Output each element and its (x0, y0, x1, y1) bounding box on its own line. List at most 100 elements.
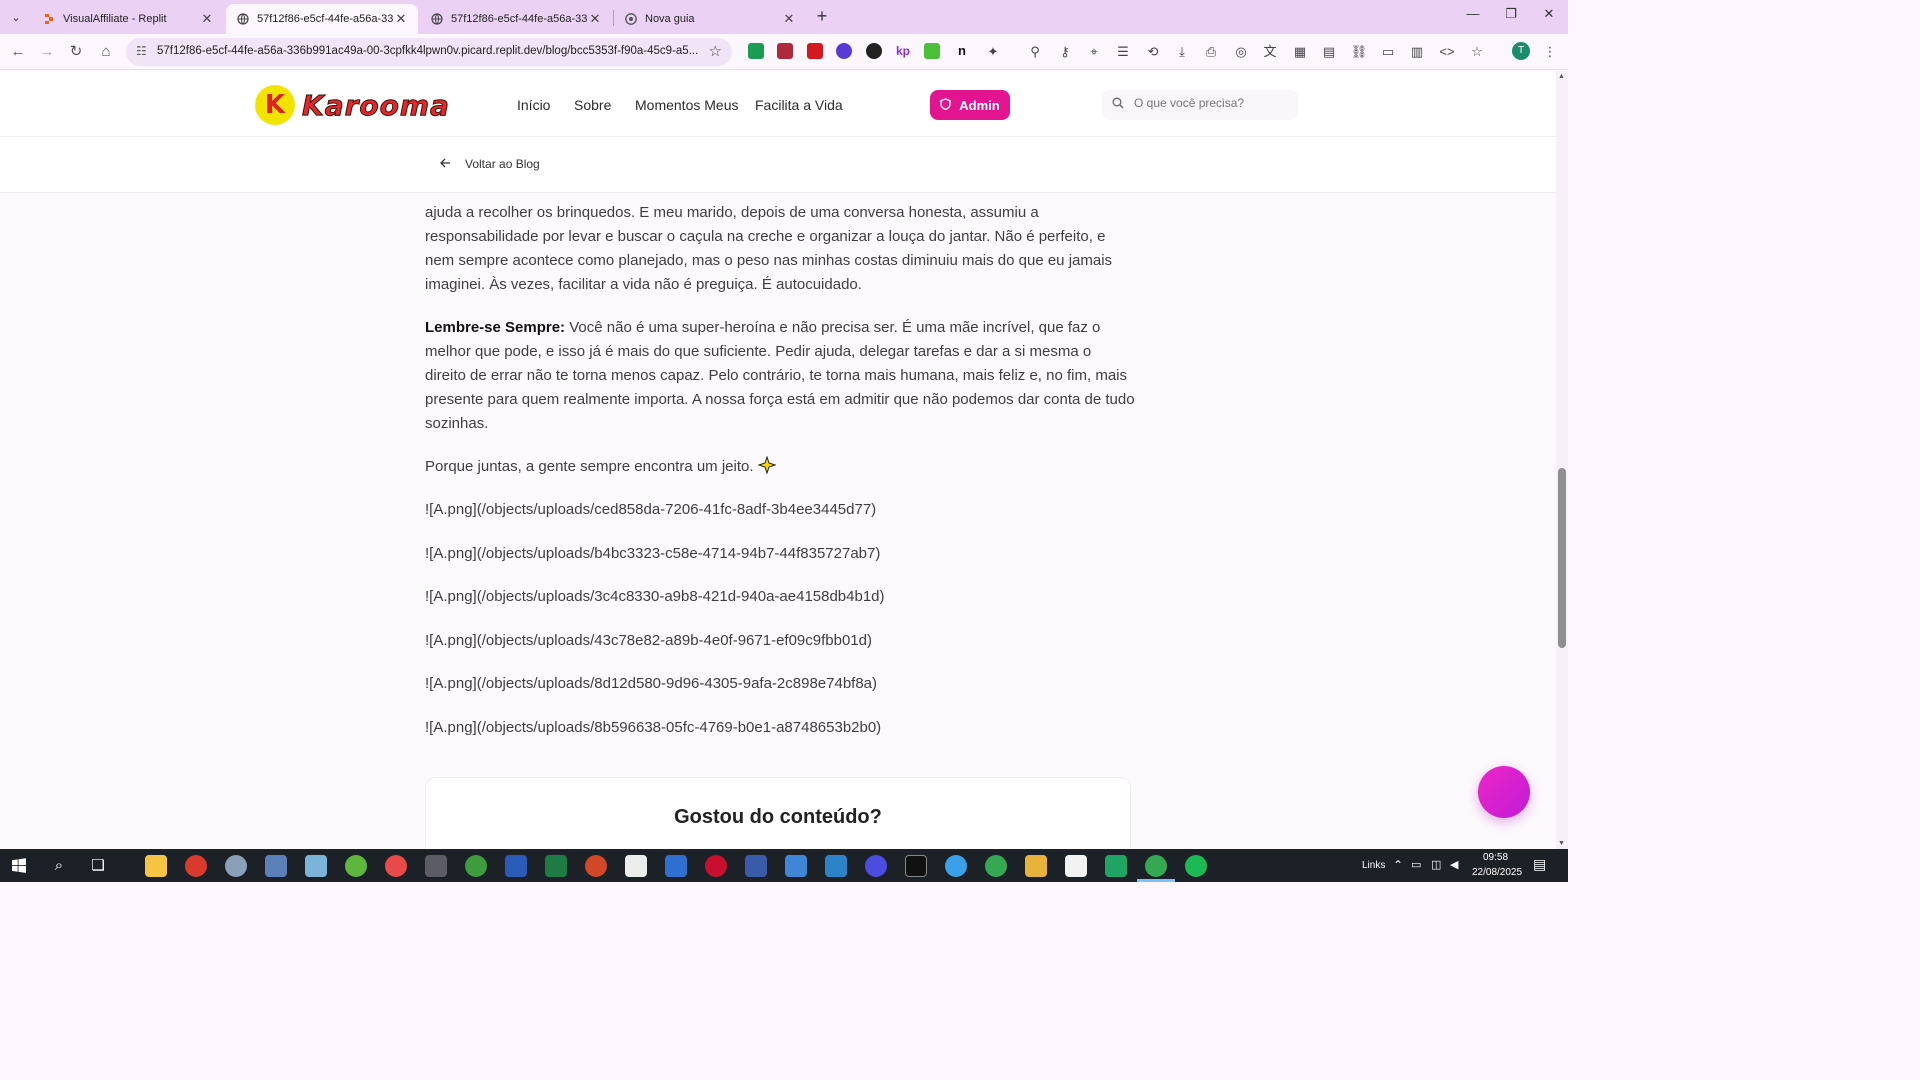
app-green-ball-icon[interactable] (345, 855, 367, 877)
powerpoint-icon[interactable] (585, 855, 607, 877)
incognito-icon[interactable]: ⚲ (1025, 42, 1045, 62)
search-input[interactable] (1134, 96, 1294, 110)
clock-date[interactable]: 22/08/2025 (1472, 867, 1522, 878)
back-to-blog-link[interactable]: Voltar ao Blog (440, 157, 540, 171)
extension-n-icon[interactable]: n (954, 43, 970, 59)
nav-momentos-meus[interactable]: Momentos Meus (635, 97, 738, 113)
tab-blog-second[interactable]: 57f12f86-e5cf-44fe-a56a-336b991ac49a ✕ (420, 4, 612, 34)
scroll-up-icon[interactable]: ▲ (1558, 73, 1565, 80)
document-icon[interactable] (625, 855, 647, 877)
tab-close-icon[interactable]: ✕ (200, 11, 214, 27)
extensions-puzzle-icon[interactable]: ✦ (983, 42, 1003, 62)
nav-facilita-a-vida[interactable]: Facilita a Vida (755, 97, 843, 113)
print-icon[interactable]: ⎙ (1201, 42, 1221, 62)
notes-icon[interactable] (305, 855, 327, 877)
close-window-icon[interactable]: ✕ (1534, 6, 1564, 22)
scrollbar-thumb[interactable] (1558, 468, 1566, 648)
reload-icon[interactable]: ↻ (66, 42, 86, 62)
volume-icon[interactable]: ◀ (1450, 858, 1458, 871)
scroll-down-icon[interactable]: ▼ (1558, 840, 1565, 847)
link-icon[interactable]: ⛓ (1349, 42, 1369, 62)
floating-action-button[interactable] (1478, 766, 1530, 818)
table-icon[interactable]: ▥ (1407, 42, 1427, 62)
extension-kp-icon[interactable]: kp (895, 43, 911, 59)
address-bar[interactable]: ☷ 57f12f86-e5cf-44fe-a56a-336b991ac49a-0… (126, 38, 732, 66)
app-capcut-icon[interactable] (1065, 855, 1087, 877)
tab-close-icon[interactable]: ✕ (394, 11, 408, 27)
google-drive-icon[interactable] (1105, 855, 1127, 877)
karooma-logo-text[interactable]: Karooma (302, 89, 450, 123)
screenshot-icon[interactable]: ◎ (1231, 42, 1251, 62)
page-scrollbar[interactable]: ▲ ▼ (1556, 71, 1568, 849)
restore-icon[interactable]: ❐ (1496, 6, 1526, 22)
word-icon[interactable] (505, 855, 527, 877)
battery-icon[interactable]: ▭ (1411, 858, 1421, 871)
back-arrow-icon[interactable]: ← (8, 42, 28, 62)
extension-red-icon[interactable] (777, 43, 793, 59)
tray-chevron-up-icon[interactable]: ⌃ (1393, 858, 1403, 872)
code-icon[interactable]: <> (1437, 42, 1457, 62)
docker-icon[interactable] (945, 855, 967, 877)
search-taskbar-icon[interactable]: ⌕ (48, 855, 70, 877)
app-circle-icon[interactable] (865, 855, 887, 877)
extension-purple-icon[interactable] (836, 43, 852, 59)
profile-avatar[interactable]: T (1512, 42, 1530, 60)
app-grid-icon[interactable] (785, 855, 807, 877)
devices-icon[interactable]: ▭ (1378, 42, 1398, 62)
extension-chart-icon[interactable] (924, 43, 940, 59)
history-icon[interactable]: ⟲ (1143, 42, 1163, 62)
kebab-menu-icon[interactable]: ⋮ (1540, 42, 1560, 62)
translate-icon[interactable]: 文 (1260, 42, 1280, 62)
app-diamond-icon[interactable] (1025, 855, 1047, 877)
clock-time[interactable]: 09:58 (1483, 852, 1508, 863)
tab-nova-guia[interactable]: Nova guia ✕ (614, 4, 806, 34)
excel-icon[interactable] (545, 855, 567, 877)
network-icon[interactable]: ◫ (1431, 858, 1441, 871)
site-search[interactable] (1102, 90, 1298, 120)
bookmark-star-icon[interactable]: ☆ (709, 42, 722, 60)
home-icon[interactable]: ⌂ (96, 42, 116, 62)
nav-sobre[interactable]: Sobre (574, 97, 611, 113)
app-green-hex-icon[interactable] (1185, 855, 1207, 877)
admin-button[interactable]: Admin (930, 90, 1010, 120)
tab-blog-active[interactable]: 57f12f86-e5cf-44fe-a56a-336b991ac49a ✕ (226, 4, 418, 34)
terminal-icon[interactable] (905, 855, 927, 877)
location-pin-icon[interactable]: ⌖ (1084, 42, 1104, 62)
forward-arrow-icon[interactable]: → (37, 42, 57, 62)
tray-links-label[interactable]: Links (1362, 860, 1385, 871)
extension-dark-icon[interactable] (866, 43, 882, 59)
reading-list-icon[interactable]: ☰ (1113, 42, 1133, 62)
task-view-icon[interactable]: ❏ (87, 855, 109, 877)
password-key-icon[interactable]: ⚷ (1055, 42, 1075, 62)
extension-red-square-icon[interactable] (807, 43, 823, 59)
tab-close-icon[interactable]: ✕ (782, 11, 796, 27)
app-blue-icon[interactable] (745, 855, 767, 877)
new-tab-plus-icon[interactable]: + (812, 6, 832, 27)
app-mic-icon[interactable] (425, 855, 447, 877)
extension-green-icon[interactable] (748, 43, 764, 59)
tab-search-chevron-icon[interactable]: ⌄ (6, 7, 26, 27)
powershell-icon[interactable] (665, 855, 687, 877)
tab-close-icon[interactable]: ✕ (588, 11, 602, 27)
notifications-icon[interactable]: ▤ (1533, 856, 1546, 873)
tab-visualaffiliate[interactable]: VisualAffiliate - Replit ✕ (32, 4, 224, 34)
file-explorer-icon[interactable] (145, 855, 167, 877)
windows-start-icon[interactable] (8, 855, 30, 877)
calculator-icon[interactable] (265, 855, 287, 877)
reader-mode-icon[interactable]: ▤ (1319, 42, 1339, 62)
minimize-icon[interactable]: — (1458, 6, 1488, 21)
chrome-active-icon[interactable] (1145, 855, 1167, 877)
app-target-icon[interactable] (385, 855, 407, 877)
site-info-icon[interactable]: ☷ (136, 44, 147, 58)
outlook-icon[interactable] (825, 855, 847, 877)
app-bird-icon[interactable] (225, 855, 247, 877)
nav-inicio[interactable]: Início (517, 97, 550, 113)
chrome-icon[interactable] (985, 855, 1007, 877)
url-text[interactable]: 57f12f86-e5cf-44fe-a56a-336b991ac49a-00-… (157, 45, 699, 57)
download-icon[interactable]: ⤓ (1172, 42, 1192, 62)
qr-code-icon[interactable]: ▦ (1290, 42, 1310, 62)
app-bug-icon[interactable] (705, 855, 727, 877)
bookmarks-star-icon[interactable]: ☆ (1467, 42, 1487, 62)
karooma-logo-mark[interactable]: K (255, 85, 295, 125)
app-red-swirl-icon[interactable] (185, 855, 207, 877)
